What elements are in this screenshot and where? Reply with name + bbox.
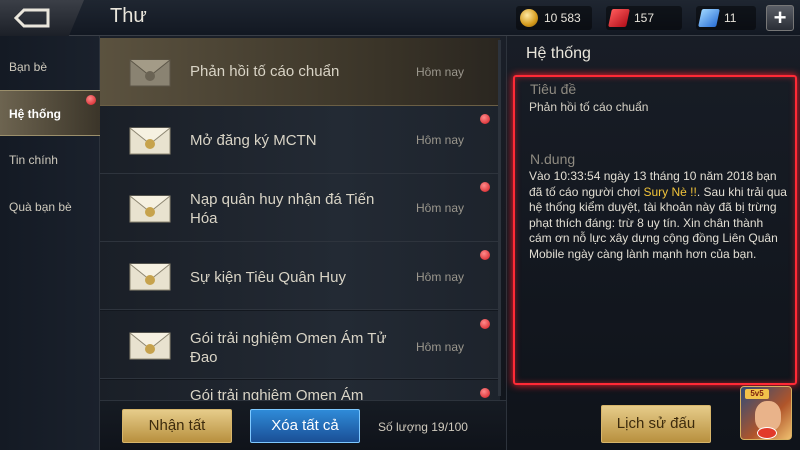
sidebar-item-label: Hệ thống (9, 107, 61, 121)
garena-logo-icon (757, 427, 777, 439)
sidebar-item-system[interactable]: Hệ thống (0, 90, 100, 136)
mail-title: Phản hồi tố cáo chuẩn (190, 63, 340, 80)
voucher-counter: 157 (606, 6, 682, 30)
sidebar-item-label: Quà bạn bè (9, 200, 72, 214)
mail-date: Hôm nay (416, 340, 465, 354)
page-title: Thư (110, 5, 147, 27)
mail-item[interactable]: Gói trải nghiệm Omen Ám (100, 380, 500, 400)
envelope-icon (129, 127, 171, 155)
mail-item[interactable]: Mở đăng ký MCTN Hôm nay (100, 106, 500, 174)
envelope-icon (129, 263, 171, 291)
mail-item[interactable]: Sự kiện Tiêu Quân Huy Hôm nay (100, 242, 500, 310)
match-history-button[interactable]: Lịch sử đấu (601, 405, 711, 443)
unread-dot-icon (480, 319, 490, 329)
mail-title: Gói trải nghiệm Omen Ám Tử Đao (190, 330, 387, 366)
gold-coin-icon (520, 9, 538, 27)
mail-count: Số lượng 19/100 (378, 420, 468, 434)
envelope-icon (129, 332, 171, 360)
notification-dot-icon (86, 95, 96, 105)
delete-all-button[interactable]: Xóa tất cả (250, 409, 360, 443)
add-currency-button[interactable]: + (766, 5, 794, 31)
gem-counter: 11 (696, 6, 756, 30)
subject-label: Tiêu đề (530, 81, 577, 97)
mail-item[interactable]: Nạp quân huy nhận đá Tiến Hóa Hôm nay (100, 174, 500, 242)
content-label: N.dung (530, 151, 576, 167)
unread-dot-icon (480, 182, 490, 192)
sidebar-item-friend-gifts[interactable]: Quà bạn bè (0, 184, 100, 230)
voucher-amount: 157 (634, 11, 655, 25)
game-mode-badge-icon[interactable]: 5v5 (740, 386, 792, 440)
reported-player-name: Sury Nè !! (643, 184, 697, 199)
mail-date: Hôm nay (416, 270, 465, 284)
subject-text: Phản hồi tố cáo chuẩn (529, 100, 649, 114)
sidebar-item-main-news[interactable]: Tin chính (0, 137, 100, 183)
mail-date: Hôm nay (416, 65, 465, 79)
detail-panel-title: Hệ thống (526, 45, 591, 62)
unread-dot-icon (480, 114, 490, 124)
mail-item[interactable]: Gói trải nghiệm Omen Ám Tử Đao Hôm nay (100, 311, 500, 379)
unread-dot-icon (480, 250, 490, 260)
gold-amount: 10 583 (544, 11, 581, 25)
gem-amount: 11 (724, 11, 737, 25)
mail-date: Hôm nay (416, 133, 465, 147)
badge-label: 5v5 (745, 389, 769, 399)
claim-all-button[interactable]: Nhận tất (122, 409, 232, 443)
mail-title: Nạp quân huy nhận đá Tiến Hóa (190, 191, 375, 227)
gold-counter: 10 583 (516, 6, 592, 30)
sidebar-item-label: Bạn bè (9, 60, 48, 74)
sidebar-item-friends[interactable]: Bạn bè (0, 44, 100, 90)
envelope-icon (129, 59, 171, 87)
mail-title: Mở đăng ký MCTN (190, 132, 317, 149)
mail-date: Hôm nay (416, 201, 465, 215)
mail-item[interactable]: Phản hồi tố cáo chuẩn Hôm nay (100, 38, 500, 106)
mail-title: Sự kiện Tiêu Quân Huy (190, 269, 346, 286)
mail-list: Phản hồi tố cáo chuẩn Hôm nay Mở đăng ký… (100, 36, 506, 400)
envelope-icon (129, 195, 171, 223)
gem-icon (698, 9, 720, 27)
sidebar-item-label: Tin chính (9, 153, 58, 167)
voucher-icon (608, 9, 630, 27)
mail-list-scrollbar[interactable] (498, 40, 501, 396)
back-arrow-icon (14, 8, 50, 28)
unread-dot-icon (480, 388, 490, 398)
sidebar: Bạn bè Hệ thống Tin chính Quà bạn bè (0, 36, 100, 450)
content-text: Vào 10:33:54 ngày 13 tháng 10 năm 2018 b… (529, 169, 787, 262)
mail-title: Gói trải nghiệm Omen Ám (190, 387, 364, 400)
